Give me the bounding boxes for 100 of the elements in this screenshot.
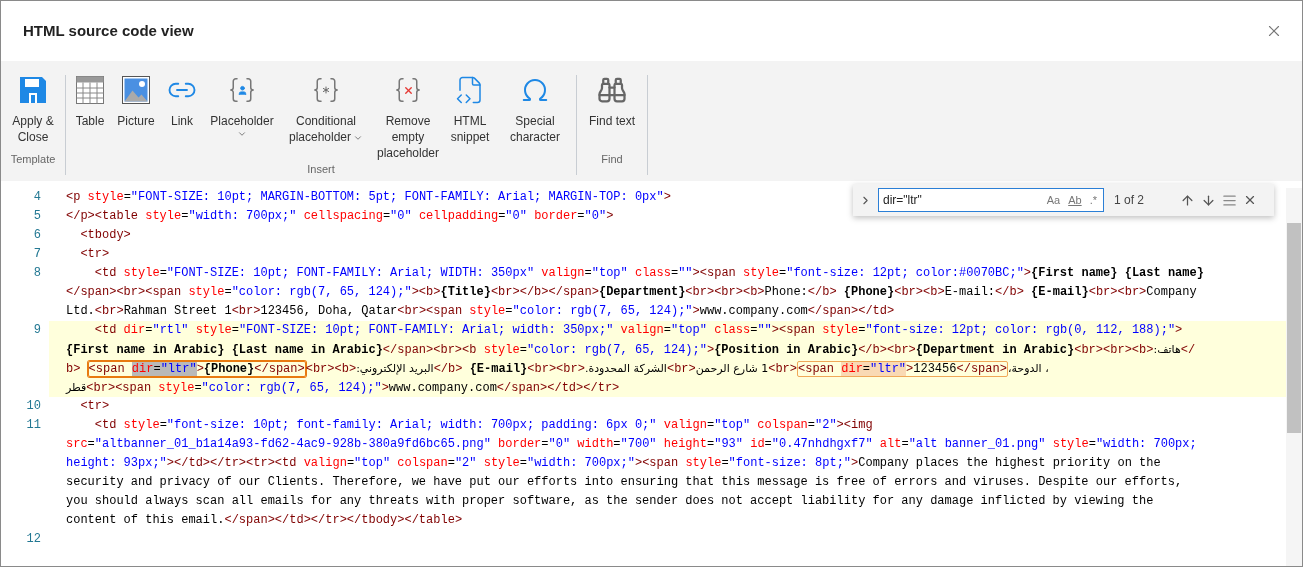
find-option-toggle[interactable]: Ab: [1066, 191, 1084, 209]
code-token: style: [468, 304, 506, 318]
toolbar-button[interactable]: Table: [72, 75, 108, 161]
remove-cross-icon: [393, 75, 423, 105]
code-token: >: [1023, 266, 1032, 280]
scrollbar-thumb[interactable]: [1287, 223, 1301, 433]
code-token: =: [447, 456, 455, 470]
code-token: هاتف:: [1153, 343, 1181, 356]
code-token: "93": [714, 437, 743, 451]
code-token: {Position in Arabic}: [714, 343, 859, 357]
code-token: "0": [505, 209, 527, 223]
code-token: >: [606, 209, 614, 223]
find-option-toggle[interactable]: Aa: [1044, 191, 1063, 209]
toolbar-button[interactable]: Apply & Close: [7, 75, 59, 151]
toolbar-button[interactable]: Placeholder: [208, 75, 276, 161]
code-token: valign: [662, 418, 707, 432]
code-token: "alt banner_01.png": [908, 437, 1046, 451]
code-token: =: [706, 418, 715, 432]
code-token: "0.47nhdhgxf7": [771, 437, 873, 451]
code-token: style: [144, 209, 182, 223]
find-input-field[interactable]: dir="ltr" Aa Ab .*: [878, 188, 1104, 212]
toolbar-button[interactable]: Link: [164, 75, 200, 161]
code-token: Ltd.: [66, 304, 95, 318]
toolbar-button[interactable]: Conditional placeholder: [284, 75, 368, 161]
code-token: </b>: [807, 285, 837, 299]
code-token: =: [87, 437, 95, 451]
code-token: =: [159, 266, 167, 280]
code-token: style: [684, 456, 722, 470]
code-token: "ltr": [160, 362, 197, 376]
code-token: "top": [591, 266, 628, 280]
group-label: Template: [9, 151, 57, 167]
code-token: </span><br><span: [66, 285, 182, 299]
code-token: =: [764, 437, 772, 451]
code-token: <br></b></span>: [490, 285, 599, 299]
code-token: style: [122, 418, 160, 432]
conditional-asterisk-icon: [311, 75, 341, 105]
toolbar-button[interactable]: Special character: [500, 75, 570, 161]
code-token: <span: [798, 362, 836, 376]
code-token: {Department}: [598, 285, 686, 299]
code-token: Rahman Street 1: [123, 304, 232, 318]
line-number: 11: [26, 418, 41, 432]
code-token: =: [346, 456, 355, 470]
code-token: "700": [620, 437, 657, 451]
code-token: <br><span: [397, 304, 463, 318]
code-token: <tr>: [79, 247, 110, 261]
code-token: "FONT-SIZE: 10pt; MARGIN-BOTTOM: 5pt; FONT-FAMILY: Arial; MARGIN-TOP: 0px": [130, 190, 664, 204]
code-token: =: [519, 343, 527, 357]
picture-icon: [121, 75, 151, 105]
code-token: style: [1051, 437, 1089, 451]
toolbar-button[interactable]: HTML snippet: [448, 75, 492, 161]
code-token: =: [153, 362, 161, 376]
match-count: 1 of 2: [1114, 192, 1146, 209]
code-token: <br><br><b>: [685, 285, 765, 299]
code-token: "ltr": [870, 362, 907, 376]
code-token: class: [633, 266, 671, 280]
close-icon[interactable]: [1243, 193, 1257, 207]
toolbar-button[interactable]: Find text: [583, 75, 641, 151]
find-in-selection-icon[interactable]: [1222, 192, 1237, 208]
code-token: {First name in Arabic} {Last name in Arabic}: [66, 343, 383, 357]
code-token: dir: [131, 362, 154, 376]
code-token: "FONT-SIZE: 10pt; FONT-FAMILY: Arial; WIDTH: 350px": [166, 266, 535, 280]
code-token: =: [519, 456, 527, 470]
code-token: "rtl": [152, 323, 189, 337]
find-option-toggle[interactable]: .*: [1087, 191, 1099, 209]
toolbar-button[interactable]: Remove empty placeholder: [376, 75, 440, 161]
code-token: >: [196, 362, 204, 376]
code-token: "color: rgb(7, 65, 124);": [231, 285, 412, 299]
dialog-title: HTML source code view: [23, 20, 194, 41]
code-token: =: [779, 266, 787, 280]
code-token: <br><br>: [527, 362, 585, 376]
code-token: valign: [619, 323, 664, 337]
code-token: class: [713, 323, 751, 337]
code-token: E-mail:: [944, 285, 996, 299]
next-match-icon[interactable]: [1201, 192, 1216, 208]
code-token: <br>: [94, 304, 124, 318]
code-token: "width: 700px;": [526, 456, 635, 470]
code-token: >: [1175, 323, 1183, 337]
code-token: "width: 700px;: [1095, 437, 1197, 451]
code-token: you should always scan all emails for any threats with proper software, as the sender does not accept liability for any damage inflicted by viewing the: [66, 494, 1154, 508]
code-token: =: [224, 285, 232, 299]
code-token: "2": [454, 456, 477, 470]
code-token: valign: [540, 266, 585, 280]
code-token: "altbanner_01_b1a14a93-fd62-4ac9-928b-380a9fd6bc65.png": [94, 437, 491, 451]
code-token: </b><br>: [858, 343, 916, 357]
code-token: >: [692, 304, 700, 318]
placeholder-person-icon: [227, 75, 257, 105]
code-token: style: [194, 323, 232, 337]
code-token: style: [821, 323, 859, 337]
code-token: </: [1180, 343, 1196, 357]
code-token: <br>: [768, 362, 797, 376]
code-token: </span></td></tr>: [496, 381, 620, 395]
toolbar-button[interactable]: Picture: [116, 75, 156, 161]
code-token: =: [231, 323, 239, 337]
code-token: dir: [841, 362, 863, 376]
code-token: "color: rgb(7, 65, 124);": [512, 304, 693, 318]
code-token: "FONT-SIZE: 10pt; FONT-FAMILY: Arial; width: 350px;": [238, 323, 614, 337]
code-token: "top": [670, 323, 707, 337]
previous-match-icon[interactable]: [1180, 192, 1195, 208]
code-token: id: [749, 437, 765, 451]
code-token: "top": [354, 456, 391, 470]
